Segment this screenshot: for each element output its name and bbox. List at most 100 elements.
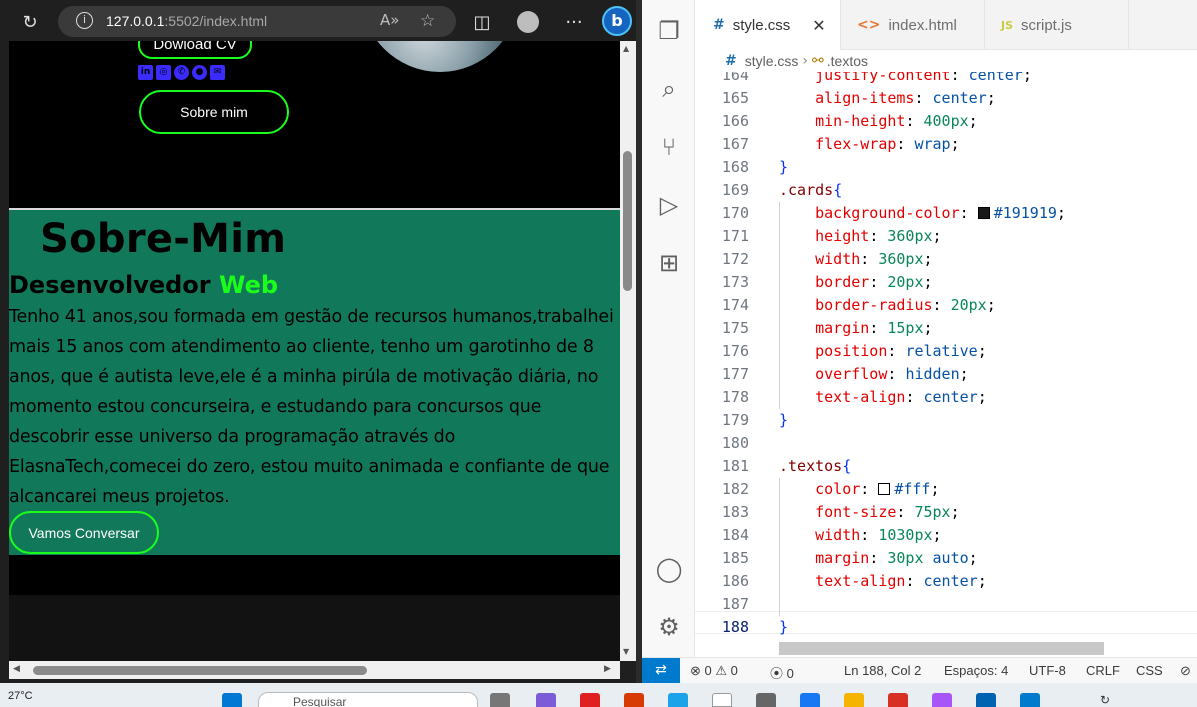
close-icon[interactable]: ✕: [812, 16, 825, 35]
page-horizontal-scrollbar[interactable]: ◀ ▶: [9, 661, 620, 679]
profile-icon[interactable]: [514, 8, 542, 36]
code-line[interactable]: 169 .cards{: [695, 179, 1197, 202]
code-line[interactable]: 165 align-items: center;: [695, 87, 1197, 110]
code-line[interactable]: 178 text-align: center;: [695, 386, 1197, 409]
scroll-thumb[interactable]: [623, 151, 632, 291]
code-line[interactable]: 167 flex-wrap: wrap;: [695, 133, 1197, 156]
task-view-icon[interactable]: [490, 693, 510, 707]
code-line[interactable]: 175 margin: 15px;: [695, 317, 1197, 340]
tab-script-js[interactable]: JS script.js: [985, 0, 1129, 50]
download-cv-button[interactable]: Dowload CV: [138, 41, 252, 59]
language-mode[interactable]: CSS: [1136, 663, 1163, 678]
code-line[interactable]: 188}: [695, 616, 1197, 639]
line-number: 186: [721, 572, 749, 590]
youtube-icon[interactable]: [580, 693, 600, 707]
page-vertical-scrollbar[interactable]: ▲ ▼: [620, 41, 636, 661]
vscode-icon[interactable]: [1020, 693, 1040, 707]
scroll-down-icon[interactable]: ▼: [623, 647, 629, 656]
code-text: }: [779, 618, 789, 636]
github-icon[interactable]: ●: [192, 65, 207, 80]
cursor-position[interactable]: Ln 188, Col 2: [844, 663, 921, 678]
settings-gear-icon[interactable]: ⚙: [654, 612, 684, 642]
read-aloud-icon[interactable]: A»: [380, 11, 399, 29]
ports-status[interactable]: ⦿ 0: [770, 663, 794, 682]
errors-status[interactable]: ⊗ 0 ⚠ 0: [690, 663, 738, 679]
code-line[interactable]: 187: [695, 593, 1197, 616]
code-line[interactable]: 172 width: 360px;: [695, 248, 1197, 271]
scroll-right-icon[interactable]: ▶: [604, 664, 611, 674]
split-screen-icon[interactable]: ◫: [468, 8, 496, 36]
explorer-icon[interactable]: ❐: [654, 16, 684, 46]
tab-style-css[interactable]: # style.css ✕: [695, 0, 841, 50]
favorite-icon[interactable]: ☆: [420, 11, 435, 31]
code-line[interactable]: 174 border-radius: 20px;: [695, 294, 1197, 317]
email-icon[interactable]: ✉: [210, 65, 225, 80]
gmail-icon[interactable]: [888, 693, 908, 707]
code-text: background-color: #191919;: [815, 204, 1066, 222]
code-line[interactable]: 171 height: 360px;: [695, 225, 1197, 248]
code-editor[interactable]: 164 justify-content: center; 165 align-it…: [695, 72, 1197, 657]
search-icon[interactable]: ⌕: [654, 74, 684, 104]
editor-tabs: # style.css ✕ <> index.html JS script.js: [695, 0, 1197, 50]
breadcrumb-file[interactable]: style.css: [745, 53, 799, 69]
store-icon[interactable]: [976, 693, 996, 707]
code-line[interactable]: 184 width: 1030px;: [695, 524, 1197, 547]
lets-talk-button[interactable]: Vamos Conversar: [9, 511, 159, 554]
encoding[interactable]: UTF-8: [1029, 663, 1066, 678]
remote-icon[interactable]: ⇄: [642, 658, 680, 684]
wikipedia-icon[interactable]: [712, 693, 732, 707]
scroll-up-icon[interactable]: ▲: [623, 44, 629, 53]
about-me-button[interactable]: Sobre mim: [139, 90, 289, 134]
run-debug-icon[interactable]: ▷: [654, 190, 684, 220]
app-icon[interactable]: [932, 693, 952, 707]
hscroll-thumb[interactable]: [33, 666, 367, 675]
code-line[interactable]: 185 margin: 30px auto;: [695, 547, 1197, 570]
code-line[interactable]: 181 .textos{: [695, 455, 1197, 478]
end-of-line[interactable]: CRLF: [1086, 663, 1120, 678]
source-control-icon[interactable]: ⑂: [654, 132, 684, 162]
color-swatch[interactable]: [977, 207, 990, 219]
next-section: [9, 595, 620, 661]
code-line[interactable]: 186 text-align: center;: [695, 570, 1197, 593]
code-line[interactable]: 166 min-height: 400px;: [695, 110, 1197, 133]
code-line[interactable]: 180: [695, 432, 1197, 455]
code-line[interactable]: 183 font-size: 75px;: [695, 501, 1197, 524]
refresh-icon[interactable]: ↻: [1100, 693, 1120, 707]
color-swatch[interactable]: [878, 483, 891, 495]
office-icon[interactable]: [624, 693, 644, 707]
teams-icon[interactable]: [536, 693, 556, 707]
linkedin-icon[interactable]: in: [138, 65, 153, 80]
edge-icon[interactable]: [668, 693, 688, 707]
code-line[interactable]: 177 overflow: hidden;: [695, 363, 1197, 386]
breadcrumb-symbol[interactable]: .textos: [827, 53, 868, 69]
account-icon[interactable]: ◯: [654, 554, 684, 584]
taskbar-search[interactable]: Pesquisar: [258, 692, 478, 707]
indentation[interactable]: Espaços: 4: [944, 663, 1008, 678]
file-explorer-icon[interactable]: [844, 693, 864, 707]
notifications-icon[interactable]: ⊘: [1180, 663, 1191, 679]
info-icon[interactable]: i: [76, 12, 93, 29]
chevron-right-icon: ›: [802, 53, 809, 69]
extensions-icon[interactable]: ⊞: [654, 248, 684, 278]
more-icon[interactable]: ···: [560, 8, 588, 36]
app-icon[interactable]: [756, 693, 776, 707]
url-text[interactable]: 127.0.0.1:5502/index.html: [106, 13, 267, 29]
code-line[interactable]: 164 justify-content: center;: [695, 72, 1197, 87]
code-line[interactable]: 170 background-color: #191919;: [695, 202, 1197, 225]
tab-index-html[interactable]: <> index.html: [841, 0, 985, 50]
code-line[interactable]: 168}: [695, 156, 1197, 179]
windows-start-icon[interactable]: [222, 693, 242, 707]
weather-temperature[interactable]: 27°C: [8, 690, 33, 702]
facebook-icon[interactable]: [800, 693, 820, 707]
refresh-icon[interactable]: ↻: [16, 8, 44, 36]
code-line[interactable]: 173 border: 20px;: [695, 271, 1197, 294]
instagram-icon[interactable]: ◎: [156, 65, 171, 80]
code-line[interactable]: 176 position: relative;: [695, 340, 1197, 363]
code-line[interactable]: 182 color: #fff;: [695, 478, 1197, 501]
whatsapp-icon[interactable]: ✆: [174, 65, 189, 80]
code-line[interactable]: 179}: [695, 409, 1197, 432]
bing-icon[interactable]: b: [602, 6, 632, 36]
editor-horizontal-scrollbar[interactable]: [779, 642, 1104, 655]
scroll-left-icon[interactable]: ◀: [13, 664, 20, 674]
address-bar[interactable]: i 127.0.0.1:5502/index.html A» ☆: [58, 6, 456, 37]
